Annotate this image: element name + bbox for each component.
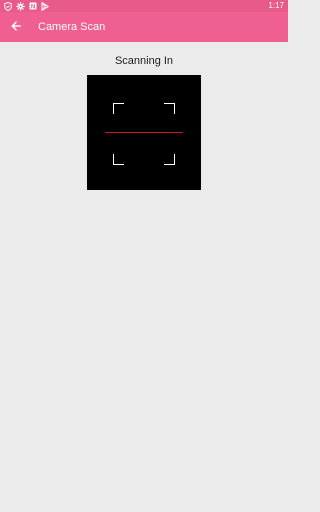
viewfinder-corner-top-left [113,103,124,114]
play-store-icon [41,1,49,11]
viewfinder-corner-bottom-left [113,154,124,165]
status-bar: N 1:17 [0,0,288,12]
scan-line [105,132,183,133]
app-title: Camera Scan [38,21,106,33]
settings-icon [16,1,25,11]
viewfinder-corner-top-right [164,103,175,114]
status-time: 1:17 [268,1,284,10]
viewfinder-corner-bottom-right [164,154,175,165]
camera-preview[interactable] [87,75,201,190]
app-bar: Camera Scan [0,12,288,42]
svg-text:N: N [31,4,35,10]
back-button[interactable] [6,18,26,36]
scan-heading: Scanning In [114,55,174,67]
arrow-left-icon [11,18,21,36]
shield-icon [4,1,12,11]
status-icons: N [4,1,49,11]
notification-icon: N [29,2,37,10]
